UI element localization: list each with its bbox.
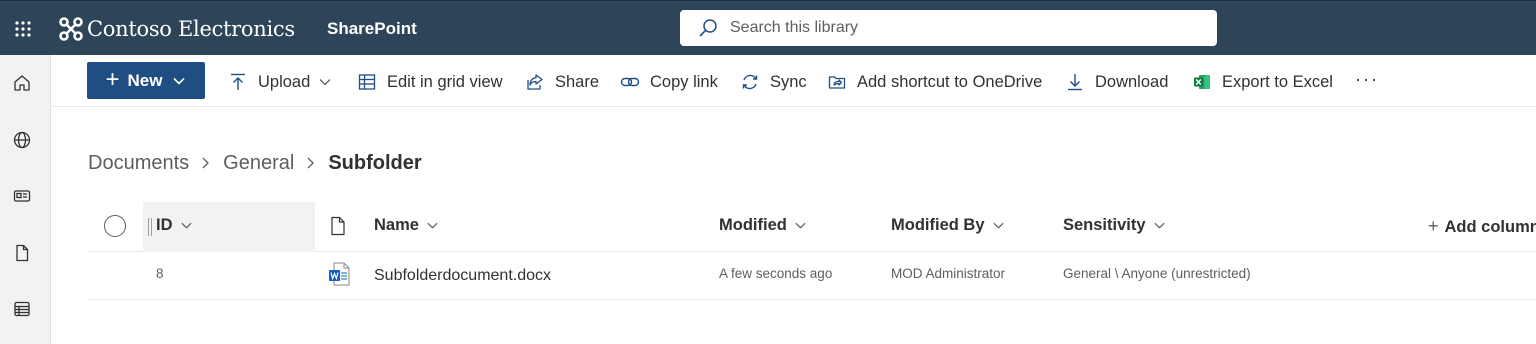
file-type-icon[interactable] xyxy=(329,216,347,236)
download-button[interactable]: Download xyxy=(1065,69,1168,95)
cell-id: 8 xyxy=(156,266,164,281)
brand[interactable]: Contoso Electronics xyxy=(58,13,295,45)
home-icon xyxy=(14,75,30,91)
add-shortcut-label: Add shortcut to OneDrive xyxy=(857,72,1043,91)
command-bar: + New Upload Edit in grid view Share Cop… xyxy=(51,55,1536,107)
chevron-down-icon xyxy=(795,222,806,229)
upload-label: Upload xyxy=(258,72,311,91)
search-box[interactable] xyxy=(680,10,1217,46)
list-icon xyxy=(14,301,30,317)
add-shortcut-button[interactable]: Add shortcut to OneDrive xyxy=(827,69,1042,95)
share-label: Share xyxy=(555,72,600,91)
add-column-button[interactable]: + Add column xyxy=(1428,216,1536,237)
share-button[interactable]: Share xyxy=(525,69,599,95)
contoso-logo-icon xyxy=(59,17,83,41)
new-button-label: New xyxy=(127,70,163,90)
rail-news[interactable] xyxy=(0,176,44,216)
column-header-sensitivity-label: Sensitivity xyxy=(1063,216,1146,234)
copy-link-label: Copy link xyxy=(650,72,718,91)
news-icon xyxy=(13,190,31,202)
chevron-down-icon xyxy=(173,77,186,85)
plus-icon: + xyxy=(1428,216,1439,236)
globe-icon xyxy=(13,131,31,149)
breadcrumb-current: Subfolder xyxy=(328,151,422,174)
rail-files[interactable] xyxy=(0,233,44,273)
column-header-modified-by-label: Modified By xyxy=(891,216,985,234)
chevron-down-icon xyxy=(319,79,331,86)
chevron-down-icon xyxy=(1153,222,1165,229)
select-all-checkbox[interactable] xyxy=(104,215,126,237)
column-header-modified-by[interactable]: Modified By xyxy=(891,216,1005,235)
rail-sites[interactable] xyxy=(0,120,44,160)
more-actions-button[interactable]: ··· xyxy=(1355,69,1379,90)
edit-grid-label: Edit in grid view xyxy=(387,72,503,91)
rail-home[interactable] xyxy=(0,63,44,103)
waffle-icon xyxy=(14,20,31,37)
breadcrumb-documents[interactable]: Documents xyxy=(88,152,189,175)
sync-label: Sync xyxy=(770,72,807,91)
search-input[interactable] xyxy=(730,19,1170,37)
column-header-id[interactable]: ID xyxy=(156,216,193,235)
download-icon xyxy=(1068,74,1082,91)
chevron-down-icon xyxy=(427,222,438,229)
upload-button[interactable]: Upload xyxy=(228,69,332,95)
search-icon xyxy=(699,19,717,37)
app-bar xyxy=(0,55,51,344)
breadcrumb: Documents General Subfolder xyxy=(88,150,422,176)
suite-header: Contoso Electronics SharePoint xyxy=(0,0,1536,55)
app-name[interactable]: SharePoint xyxy=(327,19,417,39)
cell-modified-by[interactable]: MOD Administrator xyxy=(891,266,1005,281)
list-header: ID Name Modified Modified By Sensitivity… xyxy=(88,202,1536,252)
app-launcher-button[interactable] xyxy=(0,1,45,56)
cell-modified: A few seconds ago xyxy=(719,266,833,281)
excel-icon xyxy=(1194,75,1210,89)
cell-sensitivity: General \ Anyone (unrestricted) xyxy=(1063,266,1251,281)
export-excel-button[interactable]: Export to Excel xyxy=(1192,69,1333,95)
copy-link-button[interactable]: Copy link xyxy=(620,69,718,95)
sync-button[interactable]: Sync xyxy=(740,69,807,95)
column-header-sensitivity[interactable]: Sensitivity xyxy=(1063,216,1166,235)
sync-icon xyxy=(742,74,758,90)
word-document-icon xyxy=(329,262,350,286)
cell-name-link[interactable]: Subfolderdocument.docx xyxy=(374,267,551,285)
column-resize-handle[interactable] xyxy=(148,218,152,236)
column-header-name[interactable]: Name xyxy=(374,216,439,235)
breadcrumb-general[interactable]: General xyxy=(223,152,294,175)
table-row[interactable]: 8 Subfolderdocument.docx A few seconds a… xyxy=(88,252,1536,300)
brand-name: Contoso Electronics xyxy=(87,17,295,41)
download-label: Download xyxy=(1095,72,1169,91)
column-header-modified[interactable]: Modified xyxy=(719,216,807,235)
add-column-label: Add column xyxy=(1444,218,1536,236)
share-icon xyxy=(527,74,543,90)
column-header-name-label: Name xyxy=(374,216,419,234)
plus-icon: + xyxy=(105,65,120,93)
chevron-down-icon xyxy=(992,222,1004,229)
new-button[interactable]: + New xyxy=(87,62,205,99)
rail-lists[interactable] xyxy=(0,289,44,329)
file-icon xyxy=(16,244,29,262)
link-icon xyxy=(620,77,640,87)
chevron-right-icon xyxy=(202,157,210,169)
chevron-right-icon xyxy=(307,157,315,169)
upload-icon xyxy=(231,73,245,90)
column-header-id-label: ID xyxy=(156,216,173,234)
chevron-down-icon xyxy=(180,222,192,229)
grid-icon xyxy=(358,74,376,90)
export-excel-label: Export to Excel xyxy=(1222,72,1333,91)
column-header-modified-label: Modified xyxy=(719,216,787,234)
shortcut-icon xyxy=(828,76,846,89)
edit-grid-button[interactable]: Edit in grid view xyxy=(357,69,503,95)
